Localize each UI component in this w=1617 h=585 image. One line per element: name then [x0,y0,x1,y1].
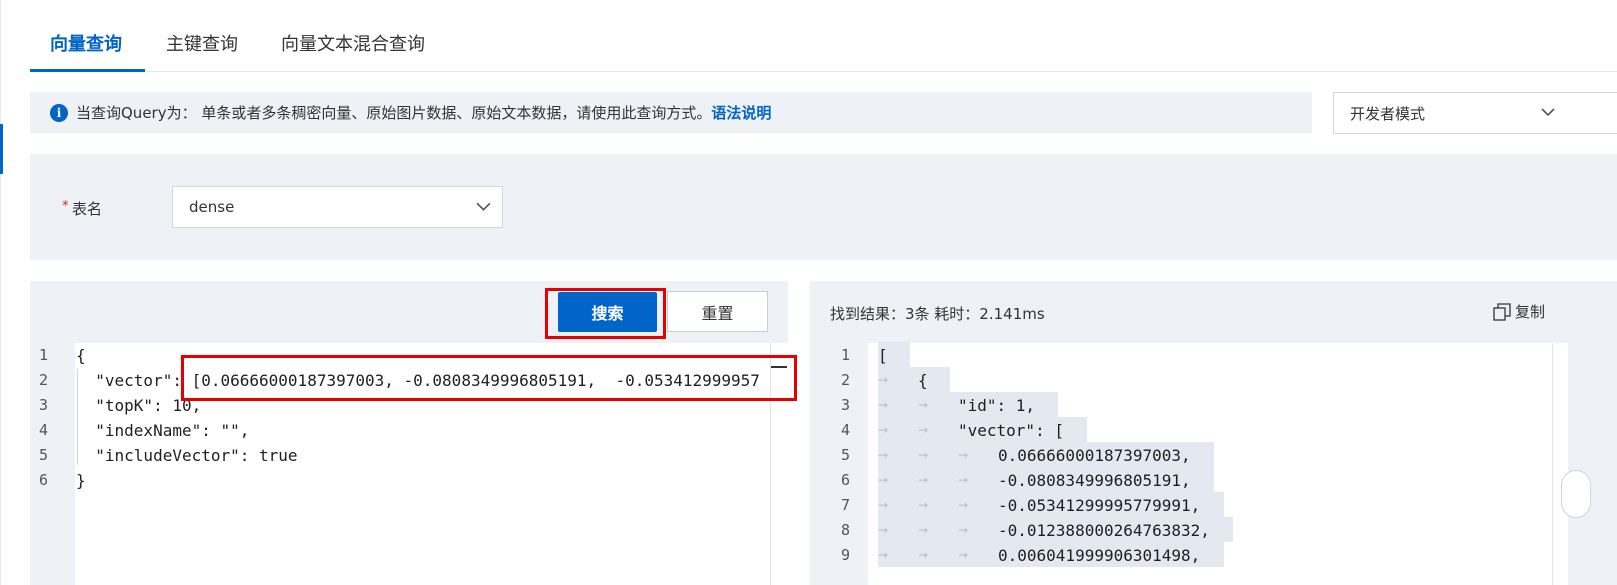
mode-select[interactable]: 开发者模式 [1333,92,1617,134]
line-number: 3 [38,396,48,414]
result-code-line: -0.0808349996805191, [998,471,1191,490]
search-button-highlight [545,288,666,339]
result-line-number: 7 [840,496,850,514]
result-code-line: "vector": [ [958,421,1064,440]
whitespace-marker: → [958,473,969,487]
result-line-number: 5 [840,446,850,464]
reset-button[interactable]: 重置 [667,291,768,332]
whitespace-marker: → [878,423,889,437]
result-line-number: 3 [840,396,850,414]
mode-select-value: 开发者模式 [1350,104,1426,123]
whitespace-marker: → [878,448,889,462]
result-code-line: "id": 1, [958,396,1036,415]
whitespace-marker: → [918,473,929,487]
whitespace-marker: → [958,498,969,512]
whitespace-marker: → [878,398,889,412]
whitespace-marker: → [918,398,929,412]
copy-label: 复制 [1515,303,1546,321]
whitespace-marker: → [958,548,969,562]
left-edge-accent [0,124,3,174]
whitespace-marker: → [878,373,889,387]
result-summary: 找到结果：3条 耗时：2.141ms [830,305,1045,323]
code-line: "includeVector": true [76,446,298,465]
code-line: "indexName": "", [76,421,250,440]
active-tab-indicator [30,69,145,72]
whitespace-marker: → [918,448,929,462]
whitespace-marker: → [878,523,889,537]
code-line: { [76,346,86,365]
whitespace-marker: → [918,498,929,512]
result-line-number: 4 [840,421,850,439]
whitespace-marker: → [918,523,929,537]
result-line-number: 2 [840,371,850,389]
line-number: 5 [38,446,48,464]
whitespace-marker: → [958,448,969,462]
left-edge-divider [0,0,1,585]
selection-highlight [878,367,950,392]
table-name-label: 表名 [72,200,103,218]
tab-primary-key-query[interactable]: 主键查询 [166,30,238,56]
query-tabs: 向量查询 主键查询 向量文本混合查询 [30,0,1617,72]
result-code-line: { [918,371,928,390]
result-line-number: 1 [840,346,850,364]
table-name-select[interactable]: dense [172,186,503,228]
whitespace-marker: → [878,548,889,562]
result-code-line: 0.06666000187397003, [998,446,1191,465]
whitespace-marker: → [878,498,889,512]
tab-vector-query[interactable]: 向量查询 [50,30,122,56]
result-scrollbar[interactable] [1552,343,1568,585]
line-number: 4 [38,421,48,439]
vector-value-highlight [181,355,797,401]
floating-edge-handle[interactable] [1561,470,1591,518]
result-code-line: 0.006041999906301498, [998,546,1201,565]
info-icon: i [50,103,68,122]
line-number: 1 [38,346,48,364]
result-line-number: 9 [840,546,850,564]
result-line-number: 6 [840,471,850,489]
required-mark: * [62,199,69,214]
table-name-value: dense [189,198,235,216]
info-text: 当查询Query为： 单条或者多条稠密向量、原始图片数据、原始文本数据，请使用此… [76,104,712,122]
result-line-number: 8 [840,521,850,539]
copy-icon [1493,302,1511,321]
copy-button[interactable]: 复制 [1493,301,1545,322]
whitespace-marker: → [878,473,889,487]
result-code-line: [ [878,346,888,365]
result-code-line: -0.05341299995779991, [998,496,1201,515]
whitespace-marker: → [958,523,969,537]
info-banner: i 当查询Query为： 单条或者多条稠密向量、原始图片数据、原始文本数据，请使… [30,92,1312,133]
line-number: 2 [38,371,48,389]
result-code-line: -0.012388000264763832, [998,521,1210,540]
chevron-down-icon[interactable] [475,198,492,215]
line-number: 6 [38,471,48,489]
syntax-help-link[interactable]: 语法说明 [711,102,771,123]
chevron-down-icon[interactable] [1540,104,1556,120]
whitespace-marker: → [918,548,929,562]
whitespace-marker: → [918,423,929,437]
tab-hybrid-query[interactable]: 向量文本混合查询 [281,30,425,56]
code-line: } [76,471,86,490]
